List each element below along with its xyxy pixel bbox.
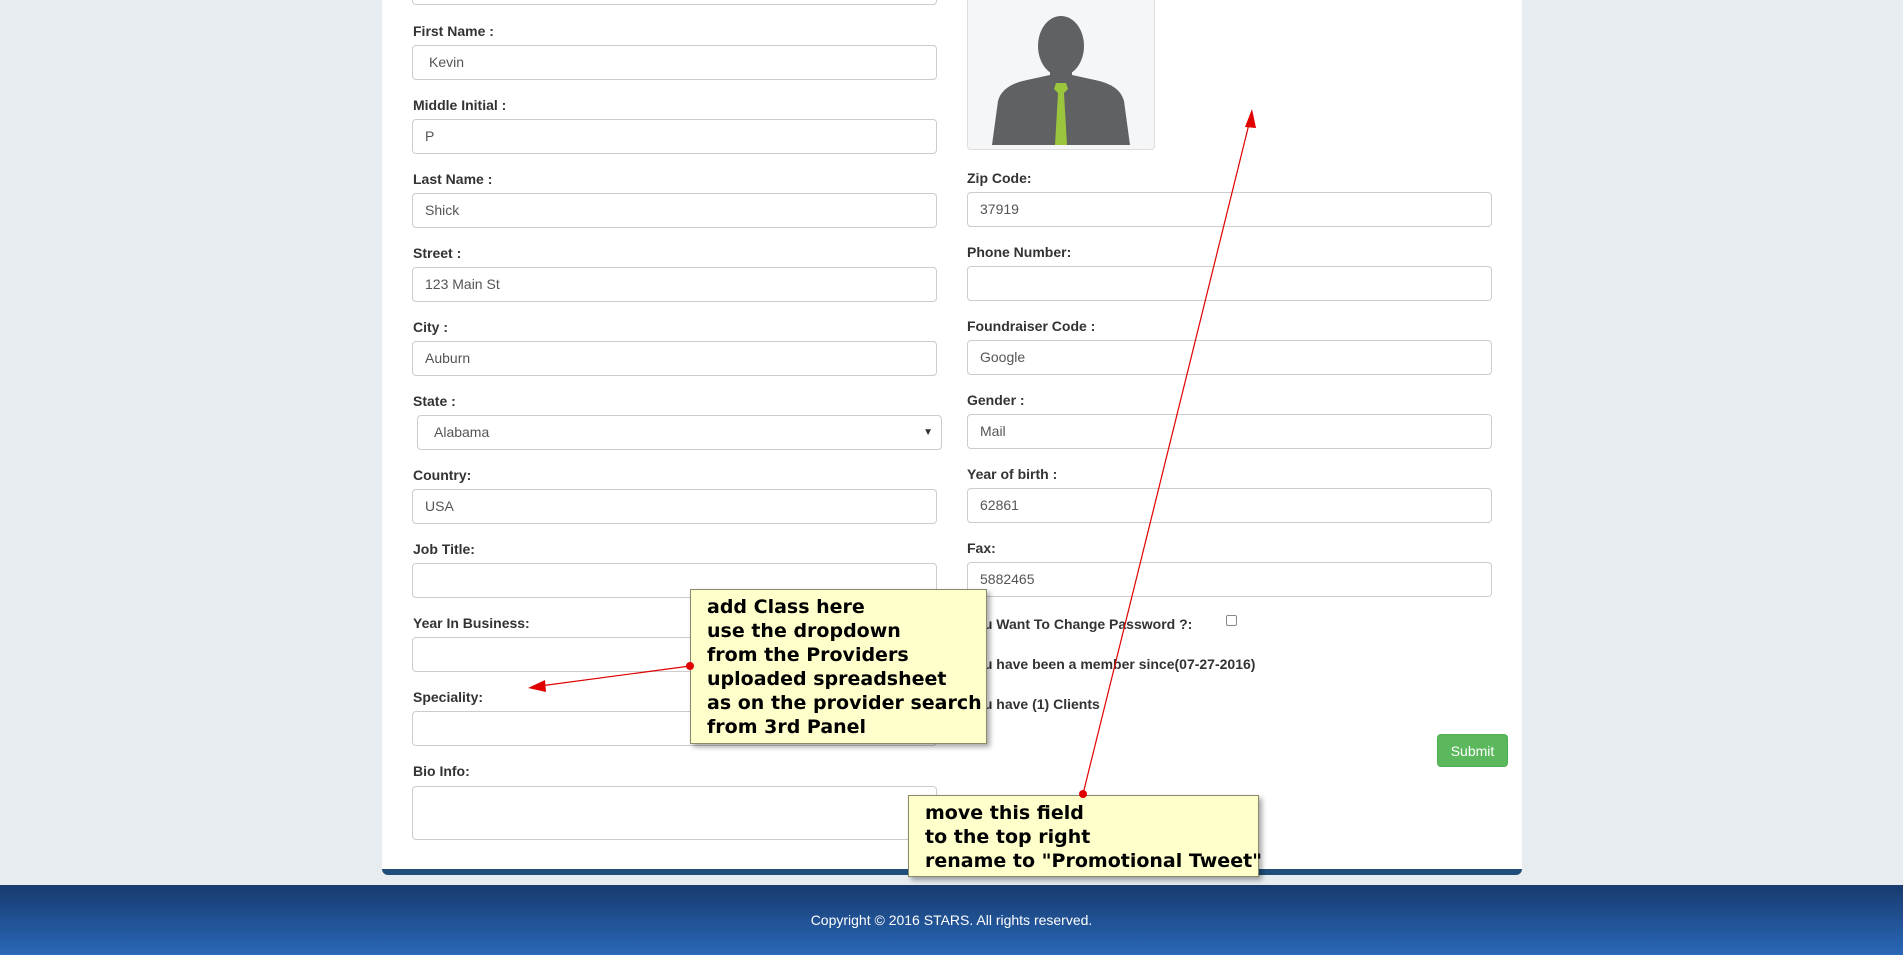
middle-initial-input[interactable]: P	[412, 119, 937, 154]
street-input[interactable]: 123 Main St	[412, 267, 937, 302]
member-since-text: You have been a member since(07-27-2016)	[967, 656, 1256, 672]
middle-initial-label: Middle Initial :	[413, 97, 507, 113]
user-silhouette-icon	[972, 1, 1150, 145]
annotation-line: uploaded spreadsheet	[707, 668, 947, 690]
year-of-birth-input[interactable]: 62861	[967, 488, 1492, 523]
annotation-note-move-field: move this field to the top right rename …	[908, 795, 1263, 877]
first-name-label: First Name :	[413, 23, 494, 39]
state-select[interactable]: Alabama ▼	[417, 415, 942, 450]
copyright-text: Copyright © 2016 STARS. All rights reser…	[810, 912, 1093, 928]
bio-info-label: Bio Info:	[413, 763, 470, 779]
annotation-line: rename to "Promotional Tweet"	[925, 850, 1263, 872]
annotation-line: use the dropdown	[707, 620, 901, 642]
country-input[interactable]: USA	[412, 489, 937, 524]
avatar[interactable]	[967, 0, 1155, 150]
chevron-down-icon: ▼	[923, 427, 933, 438]
phone-number-input[interactable]	[967, 266, 1492, 301]
change-password-checkbox[interactable]	[1226, 615, 1237, 626]
city-input[interactable]: Auburn	[412, 341, 937, 376]
submit-button[interactable]: Submit	[1437, 734, 1508, 767]
first-name-input[interactable]: Kevin	[412, 45, 937, 80]
annotation-line: add Class here	[707, 596, 865, 618]
fundraiser-code-input[interactable]: Google	[967, 340, 1492, 375]
gender-label: Gender :	[967, 392, 1025, 408]
annotation-line: to the top right	[925, 826, 1091, 848]
fax-label: Fax:	[967, 540, 996, 556]
annotation-line: move this field	[925, 802, 1084, 824]
city-label: City :	[413, 319, 448, 335]
state-selected-value: Alabama	[434, 424, 490, 440]
change-password-label: You Want To Change Password ?:	[967, 616, 1193, 632]
annotation-line: from the Providers	[707, 644, 909, 666]
gender-input[interactable]: Mail	[967, 414, 1492, 449]
state-label: State :	[413, 393, 456, 409]
street-label: Street :	[413, 245, 462, 261]
fax-input[interactable]: 5882465	[967, 562, 1492, 597]
phone-number-label: Phone Number:	[967, 244, 1072, 260]
country-label: Country:	[413, 467, 472, 483]
footer: Copyright © 2016 STARS. All rights reser…	[0, 885, 1903, 955]
zip-code-input[interactable]: 37919	[967, 192, 1492, 227]
fundraiser-code-label: Foundraiser Code :	[967, 318, 1096, 334]
year-in-business-label: Year In Business:	[413, 615, 530, 631]
annotation-line: from 3rd Panel	[707, 716, 867, 738]
email-field[interactable]	[412, 0, 937, 5]
annotation-line: as on the provider search	[707, 692, 982, 714]
year-of-birth-label: Year of birth :	[967, 466, 1058, 482]
zip-code-label: Zip Code:	[967, 170, 1032, 186]
bio-info-textarea[interactable]	[412, 786, 937, 840]
annotation-note-class: add Class here use the dropdown from the…	[690, 589, 987, 744]
job-title-label: Job Title:	[413, 541, 475, 557]
last-name-label: Last Name :	[413, 171, 493, 187]
speciality-label: Speciality:	[413, 689, 484, 705]
last-name-input[interactable]: Shick	[412, 193, 937, 228]
